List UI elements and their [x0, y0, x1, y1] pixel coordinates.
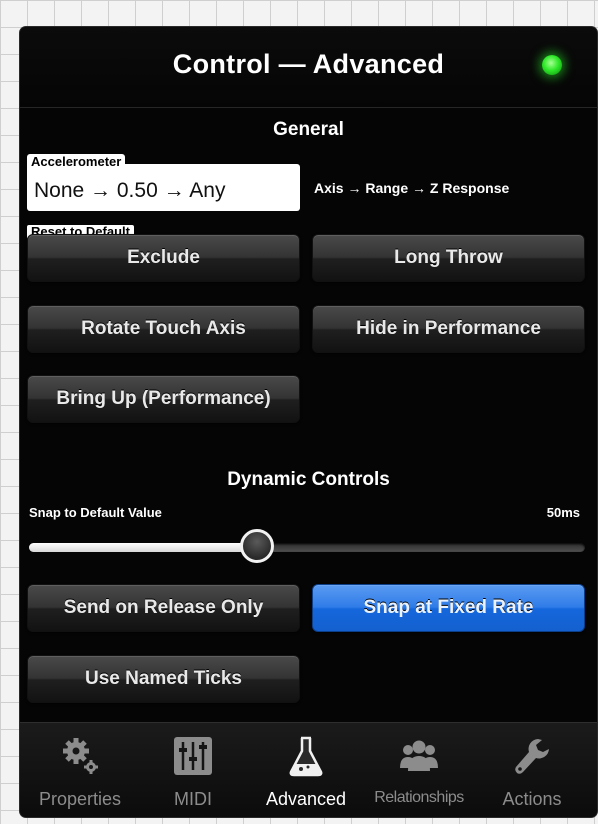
tab-label-actions: Actions — [502, 789, 562, 809]
accelerometer-field[interactable]: None → 0.50 → Any — [27, 164, 300, 211]
snap-slider-fill — [29, 543, 257, 552]
tab-properties[interactable]: Properties — [25, 723, 135, 817]
accelerometer-label: Accelerometer — [27, 154, 126, 169]
people-icon — [400, 740, 438, 771]
snap-slider-track[interactable] — [29, 543, 585, 552]
header: Control — Advanced — [20, 27, 597, 108]
accelerometer-hint: Axis → Range → Z Response — [314, 180, 510, 196]
mixer-icon — [174, 737, 212, 775]
snap-slider-thumb[interactable] — [239, 529, 274, 563]
send-on-release-only-button[interactable]: Send on Release Only — [27, 584, 300, 632]
tab-midi[interactable]: MIDI — [138, 723, 248, 817]
tab-advanced[interactable]: Advanced — [251, 723, 361, 817]
long-throw-button[interactable]: Long Throw — [312, 234, 585, 282]
rotate-touch-axis-button[interactable]: Rotate Touch Axis — [27, 305, 300, 353]
page-title: Control — Advanced — [172, 49, 445, 79]
tab-label-relationships: Relationships — [374, 789, 464, 806]
wrench-icon — [515, 739, 549, 774]
tab-label-advanced: Advanced — [265, 789, 347, 809]
slider-value: 50ms — [546, 505, 580, 520]
bring-up-performance-button[interactable]: Bring Up (Performance) — [27, 375, 300, 423]
status-led-icon — [542, 55, 562, 75]
control-panel: Control — Advanced General None → 0.50 →… — [20, 27, 597, 817]
flask-icon — [289, 736, 323, 777]
tab-relationships[interactable]: Relationships — [364, 723, 474, 817]
slider-label: Snap to Default Value — [29, 505, 162, 520]
section-title-dynamic: Dynamic Controls — [227, 469, 390, 490]
tab-bar: Properties MIDI Advanced Relationships A… — [20, 722, 597, 817]
section-title-general: General — [273, 119, 344, 140]
exclude-button[interactable]: Exclude — [27, 234, 300, 282]
tab-label-properties: Properties — [38, 789, 122, 809]
hide-in-performance-button[interactable]: Hide in Performance — [312, 305, 585, 353]
gears-icon — [63, 738, 98, 774]
tab-label-midi: MIDI — [174, 789, 212, 809]
tab-actions[interactable]: Actions — [477, 723, 587, 817]
snap-at-fixed-rate-button[interactable]: Snap at Fixed Rate — [312, 584, 585, 632]
use-named-ticks-button[interactable]: Use Named Ticks — [27, 655, 300, 703]
